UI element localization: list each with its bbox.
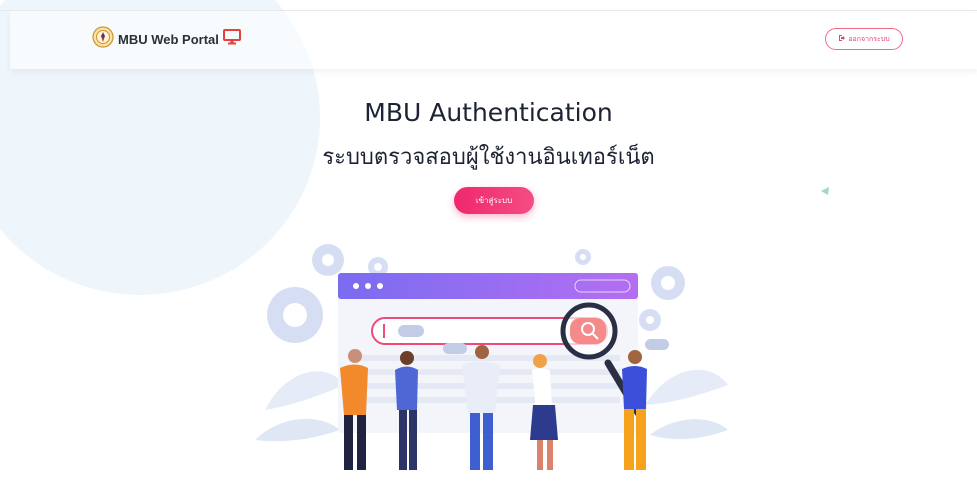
brand[interactable]: MBU Web Portal bbox=[92, 25, 241, 53]
monitor-icon bbox=[222, 28, 241, 50]
university-seal-logo-icon bbox=[92, 25, 114, 53]
search-people-illustration bbox=[255, 244, 728, 470]
brand-name: MBU Web Portal bbox=[118, 31, 219, 47]
page-subtitle: ระบบตรวจสอบผู้ใช้งานอินเทอร์เน็ต bbox=[322, 145, 655, 170]
decorative-triangle-icon bbox=[821, 187, 829, 195]
logout-icon bbox=[838, 34, 846, 44]
page-title: MBU Authentication bbox=[364, 98, 613, 127]
login-button[interactable]: เข้าสู่ระบบ bbox=[454, 187, 534, 214]
logout-button[interactable]: ออกจากระบบ bbox=[825, 28, 903, 50]
logout-label: ออกจากระบบ bbox=[848, 35, 890, 43]
